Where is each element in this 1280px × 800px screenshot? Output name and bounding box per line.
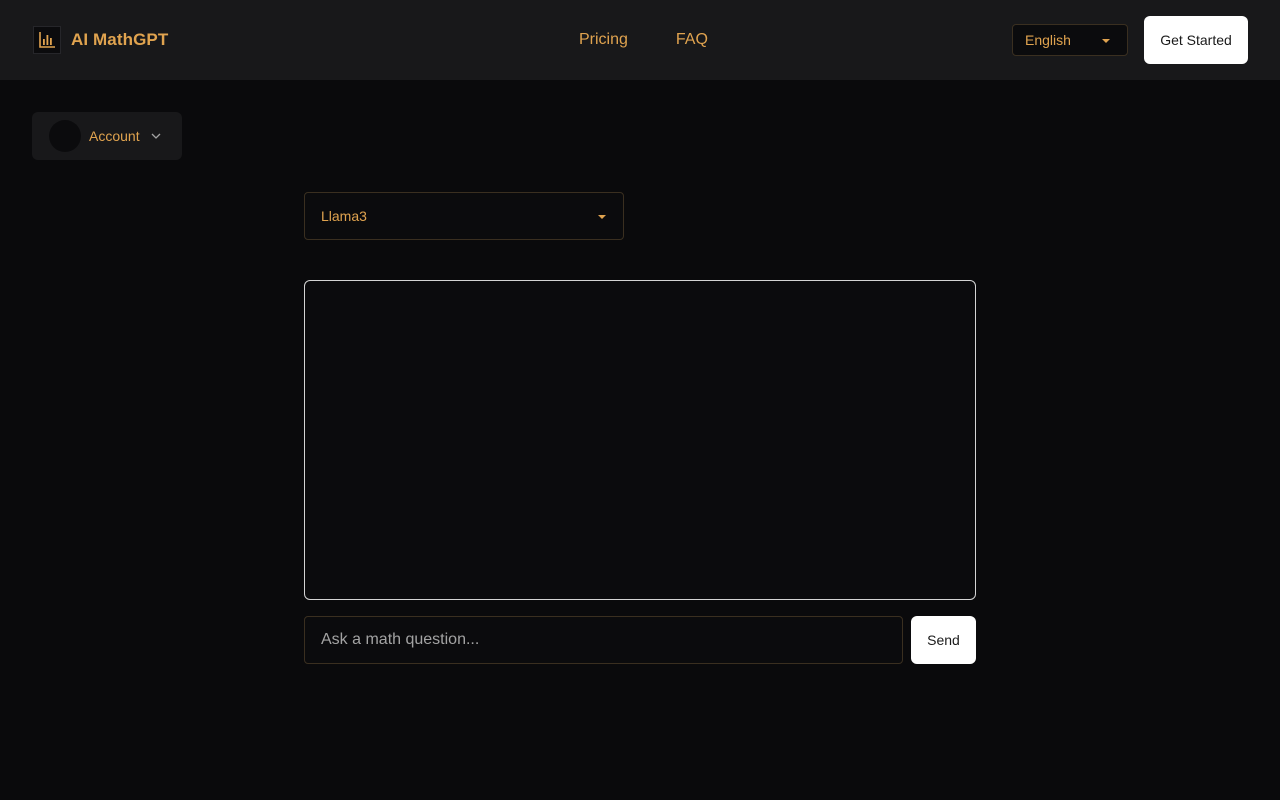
nav-link-faq[interactable]: FAQ [676, 30, 708, 50]
account-menu-button[interactable]: Account [32, 112, 182, 160]
account-label: Account [89, 128, 140, 144]
caret-down-icon [598, 215, 606, 219]
caret-down-icon [1102, 39, 1110, 43]
language-select[interactable]: English [1012, 24, 1128, 56]
avatar [49, 120, 81, 152]
language-select-value: English [1025, 32, 1071, 48]
model-select-value: Llama3 [321, 208, 367, 224]
chevron-down-icon [151, 133, 161, 139]
chat-messages-area[interactable] [304, 280, 976, 600]
nav-link-pricing[interactable]: Pricing [579, 30, 628, 50]
brand-name: AI MathGPT [71, 30, 169, 49]
bar-chart-icon [33, 26, 61, 54]
math-question-input[interactable] [304, 616, 903, 664]
main-nav: Pricing FAQ [579, 30, 708, 50]
brand-link[interactable]: AI MathGPT [33, 26, 168, 54]
send-button[interactable]: Send [911, 616, 976, 664]
get-started-button[interactable]: Get Started [1144, 16, 1248, 64]
top-header: AI MathGPT Pricing FAQ English Get Start… [0, 0, 1280, 80]
model-select[interactable]: Llama3 [304, 192, 624, 240]
